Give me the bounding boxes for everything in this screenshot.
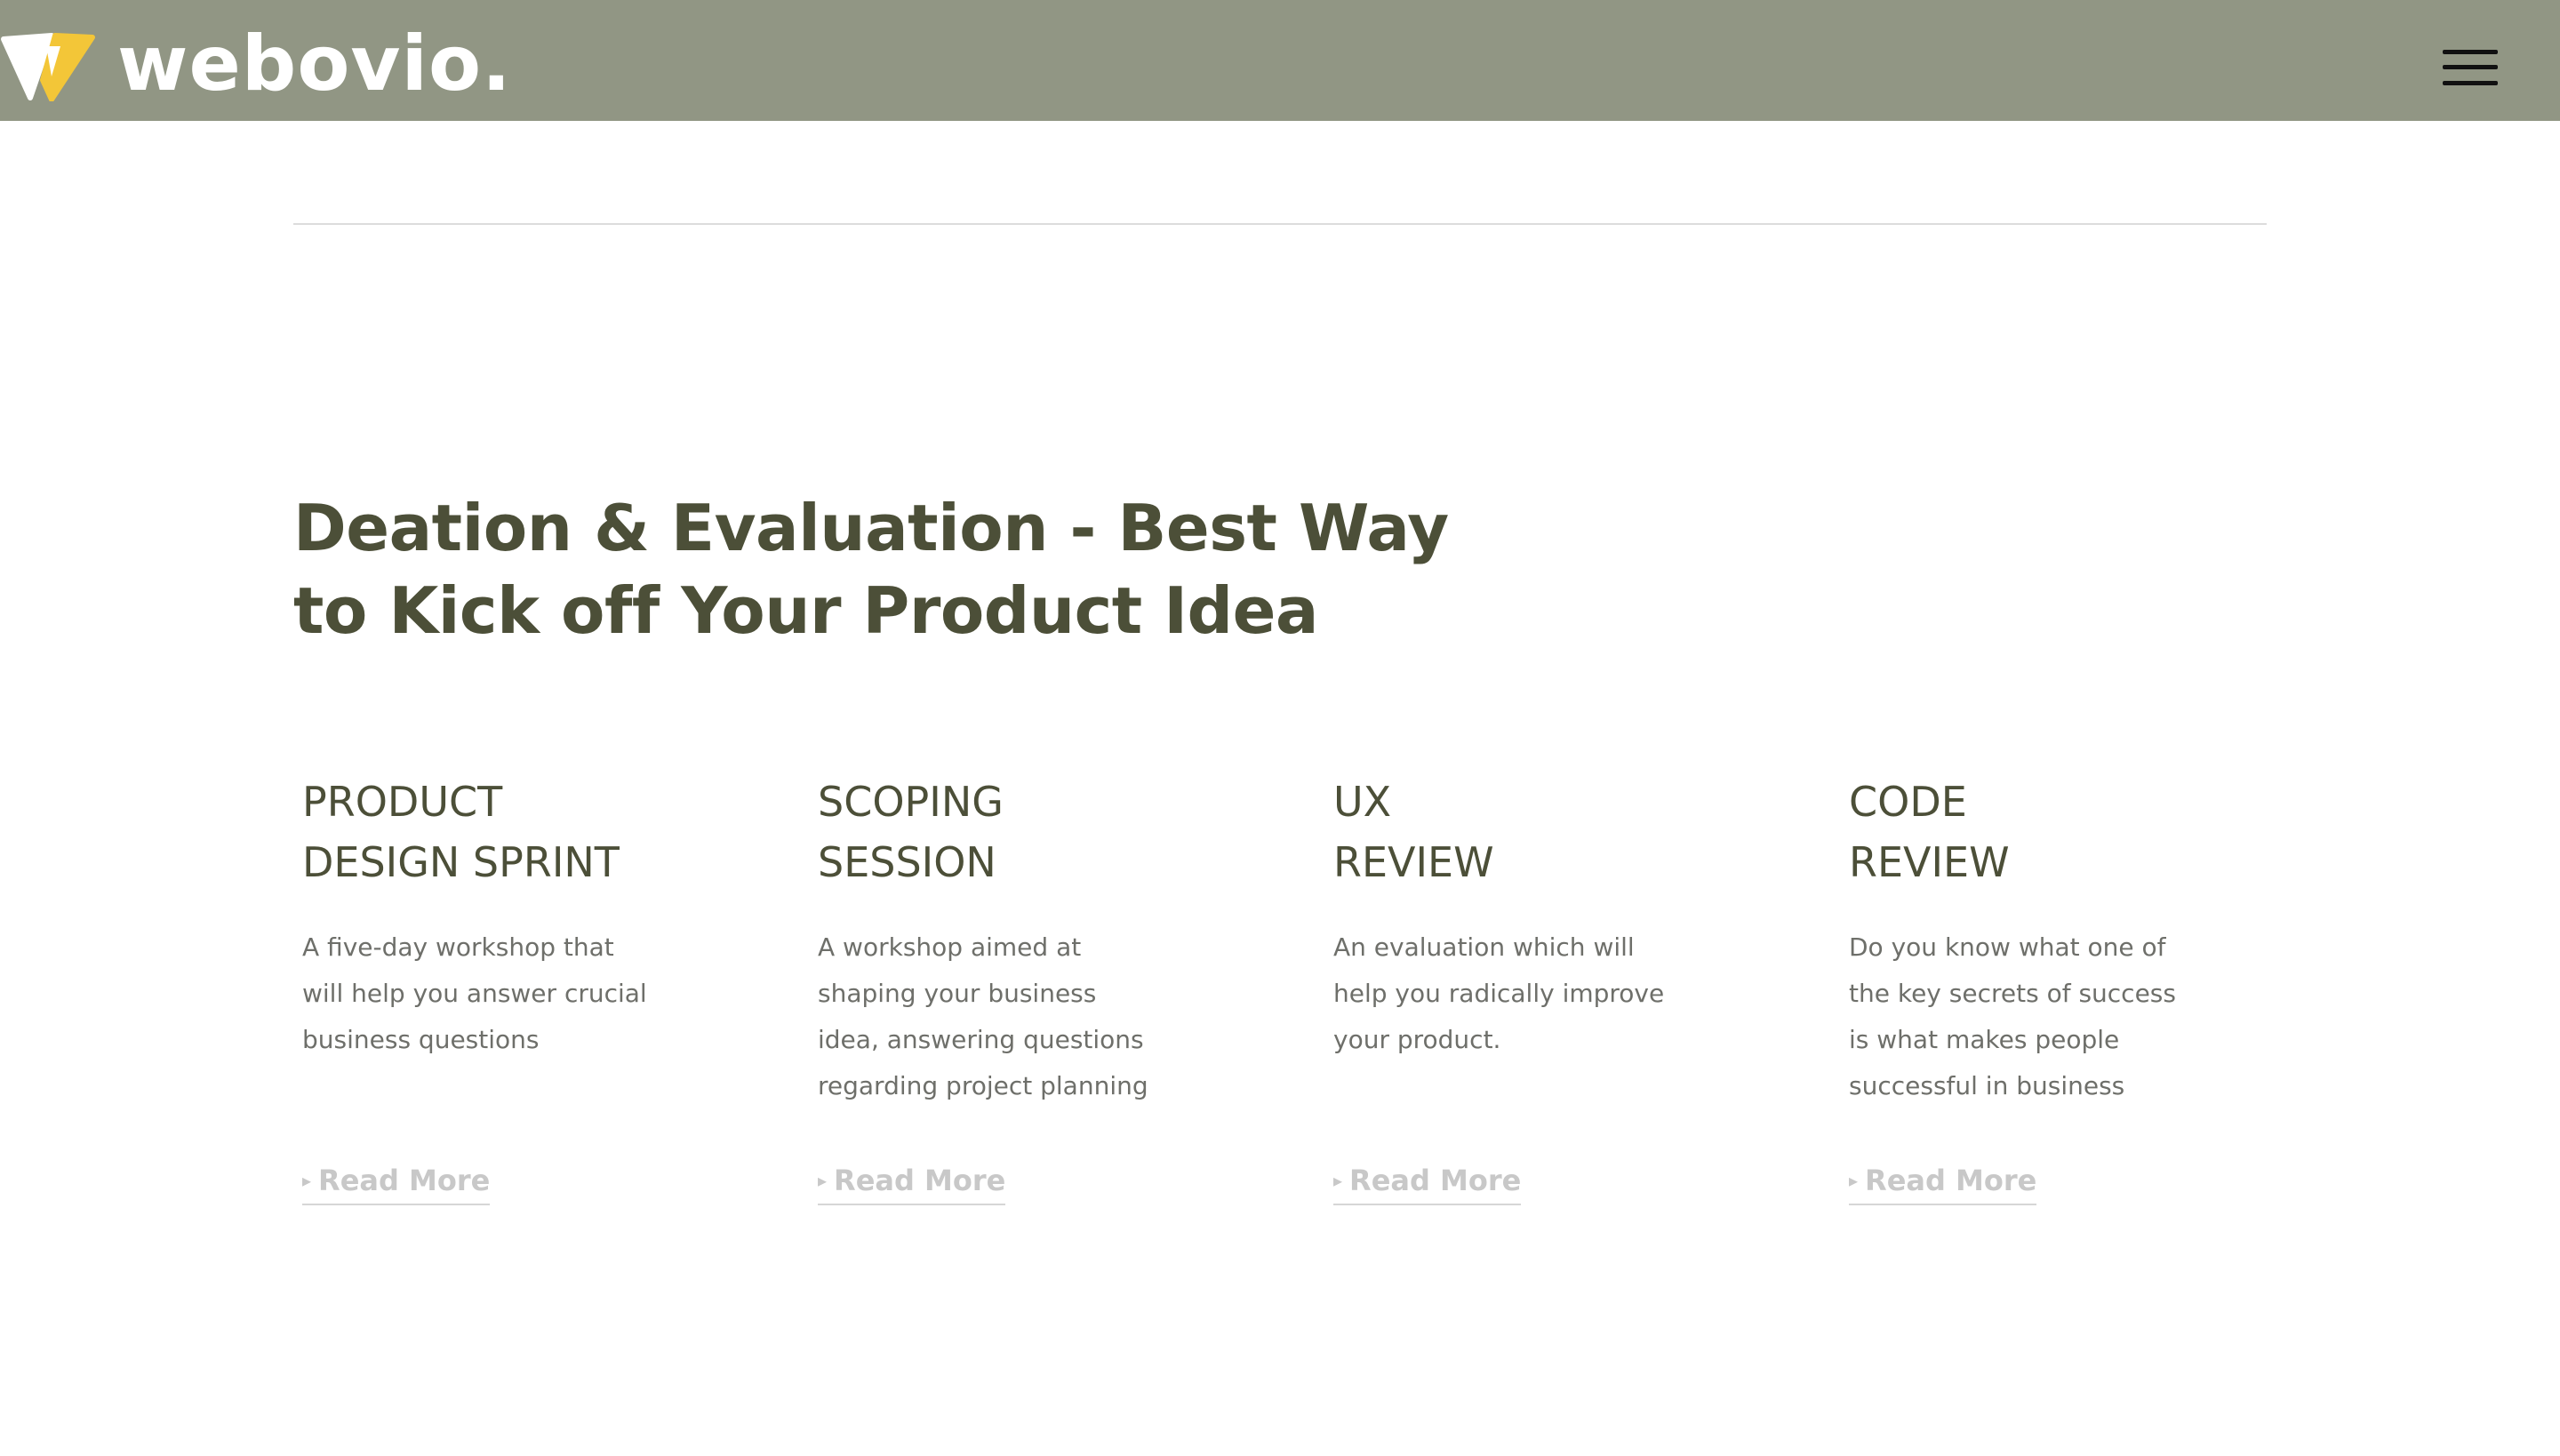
read-more-link[interactable]: ▸ Read More — [818, 1163, 1006, 1205]
page-headline: Deation & Evaluation - Best Way to Kick … — [293, 487, 1449, 652]
menu-bar — [2443, 65, 2498, 69]
service-card-ux-review: UX REVIEW An evaluation which will help … — [1333, 772, 1751, 1205]
caret-right-icon: ▸ — [1849, 1170, 1859, 1191]
brand-name: webovio. — [117, 20, 512, 108]
read-more-label: Read More — [834, 1164, 1006, 1197]
menu-bar — [2443, 81, 2498, 85]
service-card-product-design-sprint: PRODUCT DESIGN SPRINT A five-day worksho… — [302, 772, 720, 1205]
card-title: UX REVIEW — [1333, 778, 1494, 886]
menu-bar — [2443, 50, 2498, 54]
read-more-link[interactable]: ▸ Read More — [302, 1163, 491, 1205]
card-description: A five-day workshop that will help you a… — [302, 932, 647, 1054]
site-header: webovio. — [0, 0, 2560, 121]
card-title: CODE REVIEW — [1849, 778, 2010, 886]
hamburger-menu-icon[interactable] — [2443, 50, 2498, 85]
card-description: Do you know what one of the key secrets … — [1849, 932, 2176, 1100]
read-more-label: Read More — [1865, 1164, 2037, 1197]
service-card-code-review: CODE REVIEW Do you know what one of the … — [1849, 772, 2267, 1205]
caret-right-icon: ▸ — [302, 1170, 312, 1191]
headline-line-1: Deation & Evaluation - Best Way — [293, 491, 1449, 565]
webovio-logo-icon — [1, 33, 95, 101]
caret-right-icon: ▸ — [818, 1170, 828, 1191]
service-card-scoping-session: SCOPING SESSION A workshop aimed at shap… — [818, 772, 1236, 1205]
caret-right-icon: ▸ — [1333, 1170, 1343, 1191]
read-more-link[interactable]: ▸ Read More — [1849, 1163, 2037, 1205]
read-more-link[interactable]: ▸ Read More — [1333, 1163, 1522, 1205]
section-divider — [293, 223, 2267, 225]
brand-logo-link[interactable]: webovio. — [0, 20, 512, 108]
read-more-label: Read More — [1349, 1164, 1522, 1197]
card-description: An evaluation which will help you radica… — [1333, 932, 1665, 1054]
card-description: A workshop aimed at shaping your busines… — [818, 932, 1148, 1100]
headline-line-2: to Kick off Your Product Idea — [293, 573, 1319, 648]
card-title: SCOPING SESSION — [818, 778, 1004, 886]
read-more-label: Read More — [318, 1164, 491, 1197]
card-title: PRODUCT DESIGN SPRINT — [302, 778, 620, 886]
